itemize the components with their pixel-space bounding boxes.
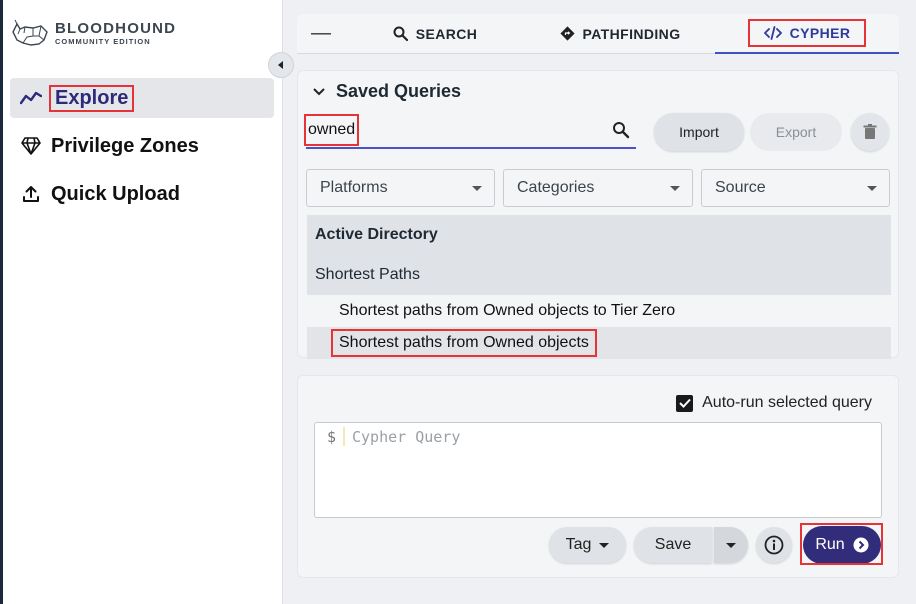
tag-button[interactable]: Tag [549,527,626,563]
info-icon [764,535,784,555]
bloodhound-logo: BLOODHOUND COMMUNITY EDITION [11,18,176,48]
sidebar-item-privilege-zones[interactable]: Privilege Zones [10,126,274,166]
prompt-symbol: $ [327,428,337,446]
checkmark-icon [678,398,691,408]
saved-query-item[interactable]: Shortest paths from Owned objects to Tie… [307,295,891,327]
save-options-button[interactable] [714,527,748,563]
source-select-value: Source [715,179,766,196]
caret-left-icon [278,61,283,69]
tab-pathfinding[interactable]: PATHFINDING [525,14,715,54]
import-button[interactable]: Import [654,113,744,151]
saved-query-label: Shortest paths from Owned objects [331,329,597,357]
line-chart-icon [20,87,42,109]
export-button[interactable]: Export [750,113,842,151]
explore-tabs: — SEARCH PATHFINDING CYPHER [297,14,899,54]
caret-down-icon [472,186,482,191]
caret-down-icon [867,186,877,191]
platforms-select[interactable]: Platforms [306,169,495,207]
upload-icon [20,183,42,205]
collapse-sidebar-button[interactable] [268,52,294,78]
platform-group-header: Active Directory [307,215,891,255]
save-button[interactable]: Save [634,527,712,563]
delete-button[interactable] [851,113,889,151]
tab-label: PATHFINDING [582,25,681,42]
saved-query-label: Shortest paths from Owned objects to Tie… [339,302,676,319]
caret-down-icon [599,542,610,548]
autorun-label: Auto-run selected query [702,394,872,411]
diamond-arrow-icon [559,26,575,41]
platforms-select-value: Platforms [320,179,388,196]
caret-down-icon [726,542,736,548]
trash-icon [863,124,877,139]
hound-icon [12,19,48,46]
sidebar-item-label: Privilege Zones [51,134,199,157]
tab-cypher-inner: CYPHER [747,18,867,47]
saved-queries-title: Saved Queries [336,81,462,101]
gem-icon [20,135,42,157]
collapse-panel-button[interactable]: — [297,14,345,54]
chevron-down-icon [313,87,325,95]
saved-queries-panel: Saved Queries owned Import Export Platfo… [297,70,899,359]
caret-down-icon [670,186,680,191]
tag-button-label: Tag [565,536,592,553]
cypher-query-editor[interactable]: $ Cypher Query [314,422,882,518]
cursor-line [343,427,345,446]
search-icon [393,26,408,41]
search-input-value: owned [303,114,360,146]
saved-query-search-input[interactable]: owned [303,113,636,149]
logo-subtitle: COMMUNITY EDITION [55,36,151,46]
categories-select-value: Categories [517,179,595,196]
cypher-editor-panel: Auto-run selected query $ Cypher Query T… [297,375,899,578]
sidebar: BLOODHOUND COMMUNITY EDITION Explore Pri… [3,0,283,604]
categories-select[interactable]: Categories [503,169,693,207]
source-select[interactable]: Source [701,169,890,207]
saved-query-item[interactable]: Shortest paths from Owned objects [307,327,891,359]
sidebar-item-label: Quick Upload [51,182,180,205]
sidebar-item-label: Explore [48,84,135,112]
code-icon [763,25,782,40]
tab-label: SEARCH [415,25,478,42]
sidebar-item-explore[interactable]: Explore [10,78,274,118]
info-button[interactable] [756,527,792,563]
autorun-checkbox[interactable] [676,394,694,412]
search-icon [612,121,630,144]
main-panel: — SEARCH PATHFINDING CYPHER Saved Querie… [297,0,902,604]
category-group-header: Shortest Paths [307,255,891,295]
logo-title: BLOODHOUND [55,19,177,37]
run-button-highlight [800,523,883,565]
autorun-toggle[interactable]: Auto-run selected query [676,394,872,412]
tab-label: CYPHER [789,24,851,41]
saved-queries-header[interactable]: Saved Queries [312,81,461,102]
tab-search[interactable]: SEARCH [345,14,525,54]
sidebar-item-quick-upload[interactable]: Quick Upload [10,174,274,214]
tab-cypher[interactable]: CYPHER [715,14,899,54]
editor-placeholder: Cypher Query [352,428,461,446]
